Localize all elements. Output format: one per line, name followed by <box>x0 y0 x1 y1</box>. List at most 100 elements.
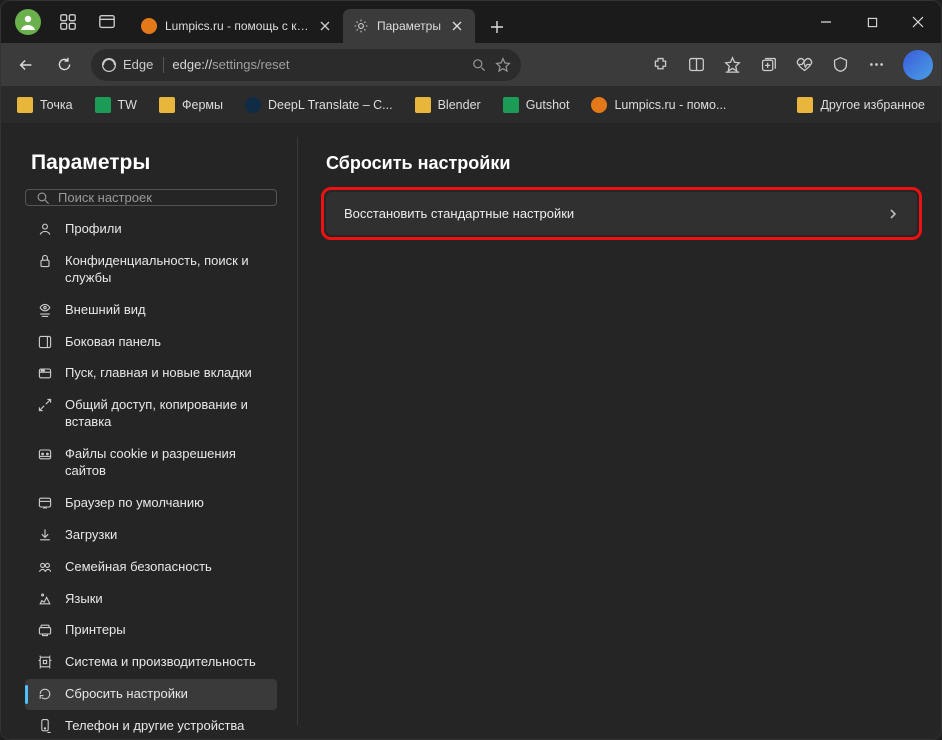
nav-label: Языки <box>65 591 267 608</box>
refresh-button[interactable] <box>47 48 81 82</box>
plus-icon <box>490 20 504 34</box>
search-in-page-icon[interactable] <box>471 57 487 73</box>
profile-avatar[interactable] <box>15 9 41 35</box>
folder-icon <box>159 97 175 113</box>
search-icon <box>36 191 50 205</box>
extensions-button[interactable] <box>643 48 677 82</box>
workspaces-icon <box>59 13 77 31</box>
arrow-left-icon <box>17 56 35 74</box>
back-button[interactable] <box>9 48 43 82</box>
window-controls <box>803 1 941 43</box>
nav-item[interactable]: Сбросить настройки <box>25 679 277 710</box>
nav-icon <box>37 495 53 511</box>
nav-item[interactable]: Конфиденциальность, поиск и службы <box>25 246 277 294</box>
bookmark-item[interactable]: Фермы <box>151 93 231 117</box>
bookmark-item[interactable]: Blender <box>407 93 489 117</box>
tab-title: Lumpics.ru - помощь с компьюте <box>165 19 309 33</box>
tab-lumpics[interactable]: Lumpics.ru - помощь с компьюте <box>131 9 343 43</box>
workspaces-button[interactable] <box>51 5 85 39</box>
toolbar-right <box>643 48 933 82</box>
maximize-button[interactable] <box>849 1 895 43</box>
nav-item[interactable]: Языки <box>25 584 277 615</box>
favicon-icon <box>141 18 157 34</box>
nav-label: Система и производительность <box>65 654 267 671</box>
other-bookmarks[interactable]: Другое избранное <box>789 93 933 117</box>
shield-icon <box>832 56 849 73</box>
split-icon <box>688 56 705 73</box>
browser-essentials-button[interactable] <box>823 48 857 82</box>
page-content: Параметры Поиск настроек Профили Конфиден… <box>1 123 941 739</box>
sheet-icon <box>95 97 111 113</box>
search-placeholder: Поиск настроек <box>58 190 152 205</box>
nav-item[interactable]: Система и производительность <box>25 647 277 678</box>
nav-item[interactable]: Телефон и другие устройства <box>25 711 277 739</box>
nav-label: Загрузки <box>65 527 267 544</box>
bookmark-item[interactable]: TW <box>87 93 145 117</box>
site-identity-label: Edge <box>123 57 153 72</box>
folder-icon <box>415 97 431 113</box>
minimize-button[interactable] <box>803 1 849 43</box>
more-button[interactable] <box>859 48 893 82</box>
performance-button[interactable] <box>787 48 821 82</box>
sidebar-title: Параметры <box>25 137 277 189</box>
nav-item[interactable]: Общий доступ, копирование и вставка <box>25 390 277 438</box>
site-identity[interactable]: Edge <box>101 57 164 73</box>
nav-item[interactable]: Загрузки <box>25 520 277 551</box>
nav-item[interactable]: Внешний вид <box>25 295 277 326</box>
folder-icon <box>17 97 33 113</box>
nav-icon <box>37 591 53 607</box>
nav-label: Боковая панель <box>65 334 267 351</box>
close-tab-button[interactable] <box>449 18 465 34</box>
collections-button[interactable] <box>751 48 785 82</box>
gear-icon <box>353 18 369 34</box>
nav-item[interactable]: Профили <box>25 214 277 245</box>
address-actions <box>471 57 511 73</box>
nav-label: Браузер по умолчанию <box>65 495 267 512</box>
tab-actions-button[interactable] <box>89 5 125 39</box>
bookmark-item[interactable]: Точка <box>9 93 81 117</box>
nav-icon <box>37 718 53 734</box>
nav-icon <box>37 365 53 381</box>
favorites-button[interactable] <box>715 48 749 82</box>
nav-item[interactable]: Браузер по умолчанию <box>25 488 277 519</box>
nav-icon <box>37 302 53 318</box>
bookmark-item[interactable]: Lumpics.ru - помо... <box>583 93 734 117</box>
split-screen-button[interactable] <box>679 48 713 82</box>
copilot-button[interactable] <box>903 50 933 80</box>
favorites-icon <box>724 56 741 73</box>
restore-defaults-row[interactable]: Восстановить стандартные настройки <box>326 192 917 235</box>
titlebar: Lumpics.ru - помощь с компьюте Параметры <box>1 1 941 43</box>
close-icon <box>320 21 330 31</box>
nav-item[interactable]: Пуск, главная и новые вкладки <box>25 358 277 389</box>
nav-icon <box>37 622 53 638</box>
nav-icon <box>37 446 53 462</box>
refresh-icon <box>56 56 73 73</box>
close-icon <box>912 16 924 28</box>
nav-item[interactable]: Боковая панель <box>25 327 277 358</box>
nav-icon <box>37 397 53 413</box>
close-window-button[interactable] <box>895 1 941 43</box>
tab-strip: Lumpics.ru - помощь с компьюте Параметры <box>131 1 803 43</box>
bookmark-item[interactable]: DeepL Translate – С... <box>237 93 401 117</box>
settings-search[interactable]: Поиск настроек <box>25 189 277 206</box>
tab-actions-icon <box>98 13 116 31</box>
extension-icon <box>652 56 669 73</box>
nav-icon <box>37 253 53 269</box>
new-tab-button[interactable] <box>481 11 513 43</box>
chevron-right-icon <box>887 208 899 220</box>
nav-item[interactable]: Файлы cookie и разрешения сайтов <box>25 439 277 487</box>
toolbar: Edge edge://settings/reset <box>1 43 941 87</box>
ellipsis-icon <box>868 56 885 73</box>
bookmark-item[interactable]: Gutshot <box>495 93 578 117</box>
nav-item[interactable]: Принтеры <box>25 615 277 646</box>
nav-icon <box>37 559 53 575</box>
tab-settings[interactable]: Параметры <box>343 9 475 43</box>
favorite-star-icon[interactable] <box>495 57 511 73</box>
close-tab-button[interactable] <box>317 18 333 34</box>
nav-label: Конфиденциальность, поиск и службы <box>65 253 267 287</box>
nav-label: Файлы cookie и разрешения сайтов <box>65 446 267 480</box>
address-bar[interactable]: Edge edge://settings/reset <box>91 49 521 81</box>
restore-defaults-label: Восстановить стандартные настройки <box>344 206 574 221</box>
nav-item[interactable]: Семейная безопасность <box>25 552 277 583</box>
nav-icon <box>37 654 53 670</box>
